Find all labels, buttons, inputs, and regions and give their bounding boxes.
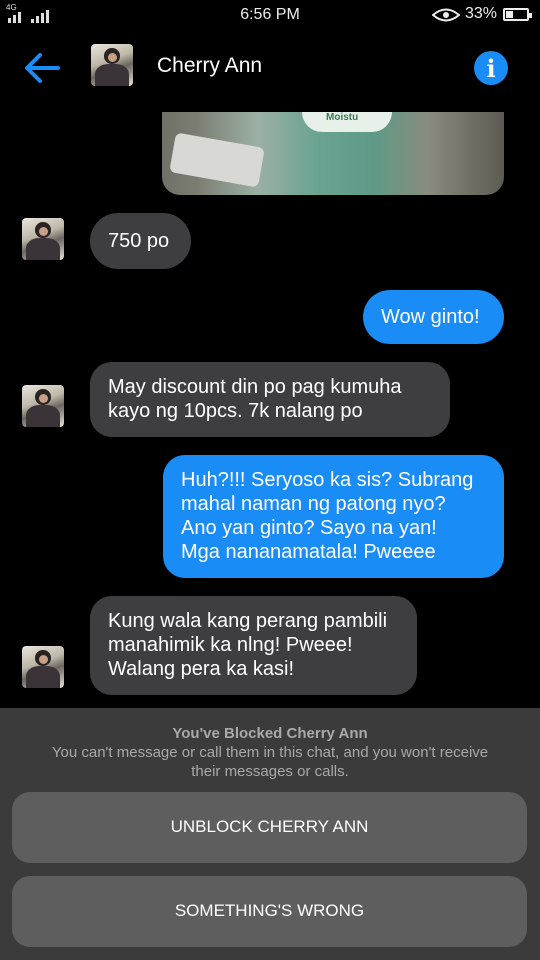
contact-avatar[interactable] (91, 44, 133, 86)
message-bubble-incoming[interactable]: 750 po (90, 213, 191, 269)
photo-message[interactable]: Moistu (162, 112, 504, 195)
sender-avatar[interactable] (22, 646, 64, 688)
message-text: Ano yan ginto? Sayo na yan! (181, 517, 437, 539)
message-bubble-incoming[interactable]: May discount din po pag kumuha kayo ng 1… (90, 362, 450, 437)
info-icon: i (486, 54, 496, 83)
info-button[interactable]: i (474, 51, 508, 85)
blocked-description-line: their messages or calls. (191, 763, 349, 780)
back-button[interactable] (22, 50, 62, 86)
something-wrong-button-label: SOMETHING'S WRONG (174, 901, 365, 920)
photo-label-text: Moistu (326, 112, 359, 123)
message-text: 750 po (108, 230, 170, 252)
battery-percent: 33% (465, 5, 498, 22)
something-wrong-button[interactable]: SOMETHING'S WRONG (12, 876, 527, 947)
back-arrow-icon (25, 53, 60, 83)
message-text: Kung wala kang perang pambili (108, 610, 388, 632)
status-bar: 4G 6:56 PM 33% (0, 0, 540, 30)
unblock-button[interactable]: UNBLOCK CHERRY ANN (12, 792, 527, 863)
message-text: Wow ginto! (381, 306, 480, 328)
message-bubble-outgoing[interactable]: Wow ginto! (363, 290, 504, 344)
message-text: Mga nananamatala! Pweeee (181, 541, 436, 563)
unblock-button-label: UNBLOCK CHERRY ANN (170, 817, 369, 836)
sender-avatar[interactable] (22, 385, 64, 427)
blocked-title: You've Blocked Cherry Ann (172, 725, 368, 742)
message-text: mahal naman ng patong nyo? (181, 493, 446, 515)
message-text: Huh?!!! Seryoso ka sis? Subrang (181, 469, 474, 491)
message-text: kayo ng 10pcs. 7k nalang po (108, 400, 363, 422)
message-text: Walang pera ka kasi! (108, 658, 295, 680)
message-text: manahimik ka nlng! Pweee! (108, 634, 353, 656)
conversation-header: Cherry Ann i (0, 30, 540, 104)
blocked-panel: You've Blocked Cherry Ann You can't mess… (0, 708, 540, 960)
message-bubble-incoming[interactable]: Kung wala kang perang pambili manahimik … (90, 596, 417, 695)
message-bubble-outgoing[interactable]: Huh?!!! Seryoso ka sis? Subrang mahal na… (163, 455, 504, 578)
message-text: May discount din po pag kumuha (108, 376, 402, 398)
blocked-description-line: You can't message or call them in this c… (51, 744, 489, 761)
blocked-description: You can't message or call them in this c… (30, 743, 510, 781)
eye-icon (432, 8, 460, 22)
contact-name[interactable]: Cherry Ann (157, 54, 262, 78)
sender-avatar[interactable] (22, 218, 64, 260)
battery-icon (503, 8, 532, 21)
